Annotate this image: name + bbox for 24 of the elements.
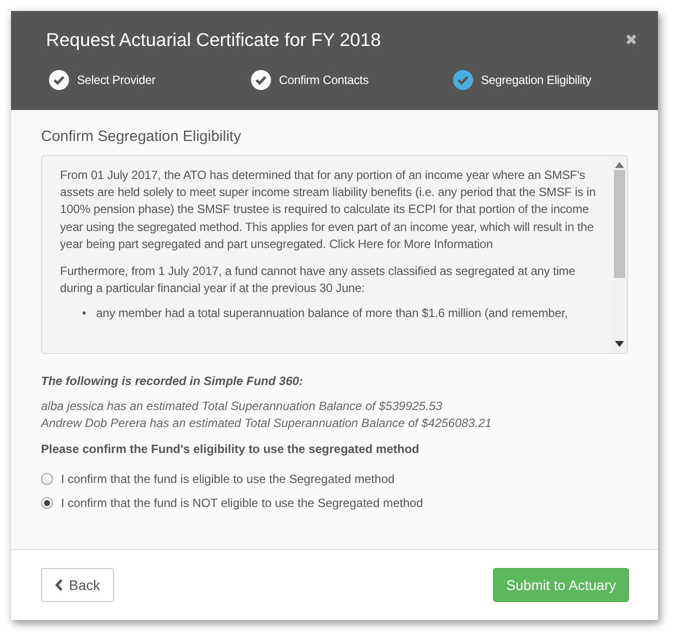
step-label: Segregation Eligibility — [481, 73, 592, 87]
bullet-marker: • — [82, 305, 86, 322]
close-button[interactable]: ✖ — [625, 31, 638, 49]
scroll-down-icon[interactable] — [615, 341, 624, 347]
balance-line: Andrew Dob Perera has an estimated Total Superannuation Balance of $4256083.21 — [41, 415, 493, 432]
scrollbar[interactable] — [612, 156, 627, 353]
recorded-heading: The following is recorded in Simple Fund 360: — [41, 374, 304, 388]
radio-button[interactable] — [41, 497, 53, 509]
question-text: Please confirm the Fund's eligibility to use the segregated method — [41, 442, 420, 456]
section-title: Confirm Segregation Eligibility — [41, 128, 242, 145]
info-paragraph: Furthermore, from 1 July 2017, a fund cannot have any assets classified as segregated at any time during a particular financial year if at the previous 30 June: — [60, 263, 576, 298]
step-label: Confirm Contacts — [279, 73, 368, 87]
chevron-left-icon — [55, 579, 63, 591]
radio-label: I confirm that the fund is eligible to use the Segregated method — [61, 472, 395, 486]
back-button[interactable]: Back — [41, 568, 114, 602]
submit-button[interactable]: Submit to Actuary — [493, 568, 629, 602]
radio-button[interactable] — [41, 473, 53, 485]
radio-label: I confirm that the fund is NOT eligible to use the Segregated method — [61, 496, 423, 510]
dialog-title: Request Actuarial Certificate for FY 2018 — [46, 29, 381, 51]
scroll-up-icon[interactable] — [615, 162, 624, 168]
step-label: Select Provider — [77, 73, 156, 87]
info-bullet: any member had a total superannuation balance of more than $1.6 million (and remember, — [96, 305, 568, 322]
balance-line: alba jessica has an estimated Total Superannuation Balance of $539925.53 — [41, 398, 444, 415]
info-paragraph: From 01 July 2017, the ATO has determined that for any portion of an income year where an SMSF's assets are held solely to meet super income stream liability benefits (i.e. any period that the SMSF is in 100% pension phase) the SMSF trustee is required to calculate its ECPI for that portion of the income year using the segregated method. This applies for even part of an income year, which will result in the year being part segregated and part unsegregated. Click Here for More Information — [60, 167, 597, 253]
